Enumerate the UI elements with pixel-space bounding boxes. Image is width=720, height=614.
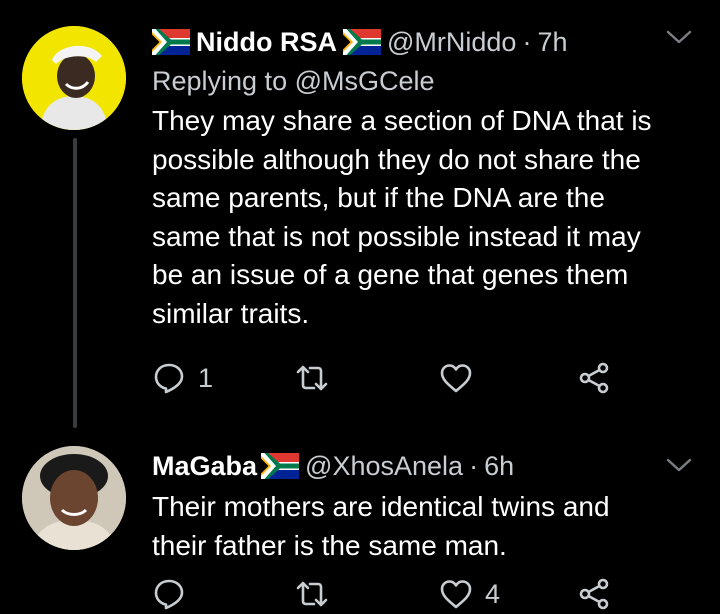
south-africa-flag-icon (261, 453, 299, 479)
reply-count: 1 (198, 362, 214, 393)
retweet-icon (295, 361, 329, 395)
reply-icon (152, 361, 186, 395)
replying-to[interactable]: Replying to @MsGCele (152, 62, 660, 100)
reply-button[interactable]: 1 (152, 358, 213, 398)
chevron-down-icon[interactable] (664, 454, 694, 476)
heart-icon (439, 577, 473, 611)
tweet-header: MaGaba @XhosAnela · 6h (152, 446, 660, 486)
share-button[interactable] (577, 358, 611, 398)
tweet-actions: 4 (152, 574, 632, 614)
south-africa-flag-icon (152, 29, 190, 55)
tweet-text: They may share a section of DNA that is … (152, 105, 652, 329)
like-button[interactable] (439, 358, 485, 398)
tweet-content: MaGaba @XhosAnela · 6h Their mothers are… (152, 446, 660, 565)
avatar[interactable] (22, 446, 126, 550)
chevron-down-icon[interactable] (664, 26, 694, 48)
tweet[interactable]: MaGaba @XhosAnela · 6h Their mothers are… (0, 436, 720, 609)
separator-dot: · (522, 26, 532, 57)
like-count: 4 (485, 578, 501, 609)
tweet-actions: 1 (152, 358, 632, 398)
heart-icon (439, 361, 473, 395)
retweet-icon (295, 577, 329, 611)
south-africa-flag-icon (343, 29, 381, 55)
thread-line (73, 138, 77, 428)
author-name[interactable]: MaGaba (152, 451, 257, 482)
reply-button[interactable] (152, 574, 198, 614)
author-name[interactable]: Niddo RSA (196, 27, 337, 58)
tweet-content: Niddo RSA @MrNiddo · 7h Replying to @MsG… (152, 22, 660, 333)
share-button[interactable] (577, 574, 611, 614)
timestamp[interactable]: 6h (484, 451, 514, 482)
tweet[interactable]: Niddo RSA @MrNiddo · 7h Replying to @MsG… (0, 0, 720, 436)
avatar-image (22, 26, 126, 130)
timestamp[interactable]: 7h (537, 27, 567, 58)
avatar-image (22, 446, 126, 550)
like-button[interactable]: 4 (439, 574, 500, 614)
retweet-button[interactable] (295, 574, 341, 614)
separator-dot: · (469, 450, 479, 481)
tweet-header: Niddo RSA @MrNiddo · 7h (152, 22, 660, 62)
share-icon (577, 577, 611, 611)
share-icon (577, 361, 611, 395)
author-handle[interactable]: @XhosAnela (305, 451, 463, 482)
author-handle[interactable]: @MrNiddo (387, 27, 516, 58)
avatar[interactable] (22, 26, 126, 130)
reply-icon (152, 577, 186, 611)
retweet-button[interactable] (295, 358, 341, 398)
tweet-text: Their mothers are identical twins and th… (152, 491, 610, 561)
